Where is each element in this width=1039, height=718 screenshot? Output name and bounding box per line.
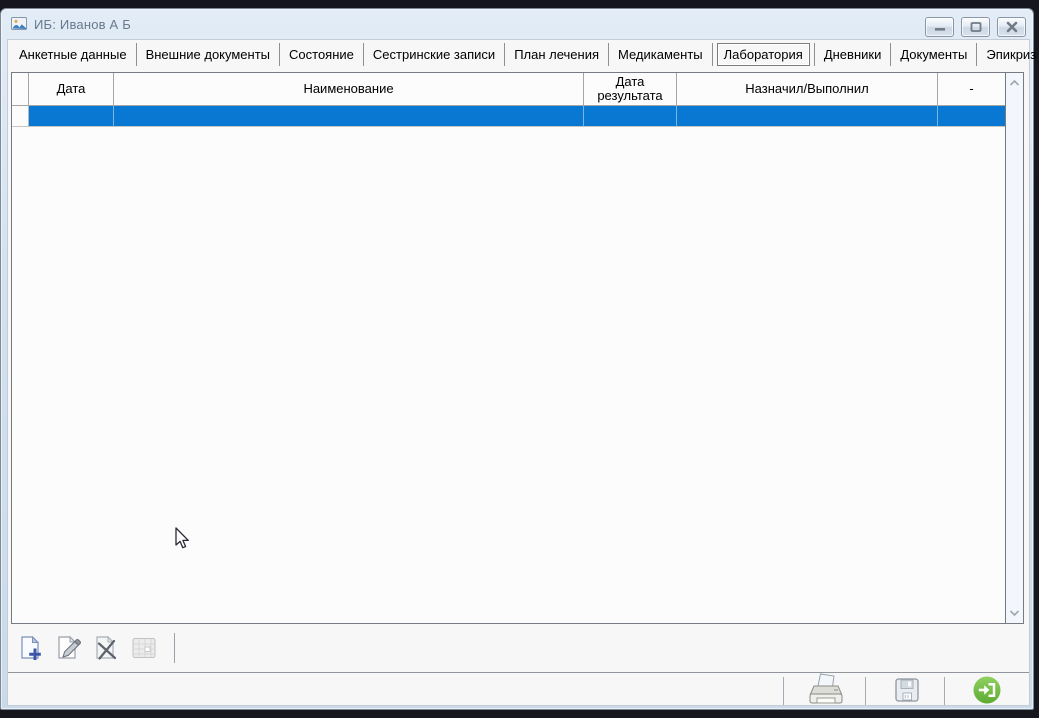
cell-assigned-performed[interactable] [677,106,938,127]
tab-anketnye-dannye[interactable]: Анкетные данные [10,42,136,67]
exit-button[interactable] [972,675,1002,705]
add-record-button[interactable] [16,634,44,662]
cell-misc[interactable] [938,106,1005,127]
minimize-icon [933,22,947,32]
content-area: Анкетные данные Внешние документы Состоя… [7,39,1030,706]
edit-record-button[interactable] [54,634,82,662]
titlebar[interactable]: ИБ: Иванов А Б [1,9,1033,39]
header-name[interactable]: Наименование [114,73,584,106]
delete-record-icon [92,634,120,662]
vertical-scrollbar[interactable] [1005,73,1023,623]
save-button[interactable] [892,675,922,705]
lab-results-table: Дата Наименование Дата результата Назнач… [11,72,1024,624]
action-divider [865,677,866,705]
window-title: ИБ: Иванов А Б [34,17,131,32]
header-result-date[interactable]: Дата результата [584,73,677,106]
save-icon [893,676,921,704]
edit-record-icon [54,634,82,662]
action-divider [783,677,784,705]
add-record-icon [16,634,44,662]
grid-view-icon [130,634,158,662]
bottom-divider-line [8,672,1029,673]
cell-name[interactable] [114,106,584,127]
maximize-button[interactable] [961,17,990,37]
table-row[interactable] [12,106,1005,127]
close-button[interactable] [997,17,1026,37]
minimize-button[interactable] [925,17,954,37]
close-icon [1005,21,1019,33]
row-selector-cell[interactable] [12,106,29,127]
tab-divider [712,43,713,66]
app-window: ИБ: Иванов А Б Анкетные данные Внешние д… [0,8,1034,710]
print-icon [805,673,847,707]
scroll-down-button[interactable] [1007,606,1022,620]
grid-view-button[interactable] [130,634,158,662]
chevron-down-icon [1008,609,1021,617]
tab-dokumenty[interactable]: Документы [891,42,976,67]
header-date[interactable]: Дата [29,73,114,106]
cell-date[interactable] [29,106,114,127]
scroll-up-button[interactable] [1007,76,1022,90]
cell-result-date[interactable] [584,106,677,127]
tab-medikamenty[interactable]: Медикаменты [609,42,712,67]
tab-laboratoriya[interactable]: Лаборатория [717,43,810,66]
delete-record-button[interactable] [92,634,120,662]
bottom-action-bar [8,674,1029,705]
mouse-cursor [172,527,192,551]
window-controls [925,17,1026,37]
tab-vneshnie-dokumenty[interactable]: Внешние документы [137,42,279,67]
table-header: Дата Наименование Дата результата Назнач… [12,73,1005,106]
print-button[interactable] [804,674,848,705]
record-toolbar [16,632,175,664]
action-divider [944,677,945,705]
header-misc[interactable]: - [938,73,1005,106]
tab-epikriz[interactable]: Эпикриз [977,42,1039,67]
tab-dnevniki[interactable]: Дневники [815,42,891,67]
patient-record-icon [11,16,28,32]
header-assigned-performed[interactable]: Назначил/Выполнил [677,73,938,106]
tab-plan-lecheniya[interactable]: План лечения [505,42,608,67]
tab-sestrinskie-zapisi[interactable]: Сестринские записи [364,42,504,67]
toolbar-divider [174,633,175,663]
maximize-icon [969,21,983,33]
chevron-up-icon [1008,79,1021,87]
tab-sostoyanie[interactable]: Состояние [280,42,363,67]
header-row-selector[interactable] [12,73,29,106]
exit-icon [972,675,1002,705]
tab-bar: Анкетные данные Внешние документы Состоя… [8,40,1029,68]
